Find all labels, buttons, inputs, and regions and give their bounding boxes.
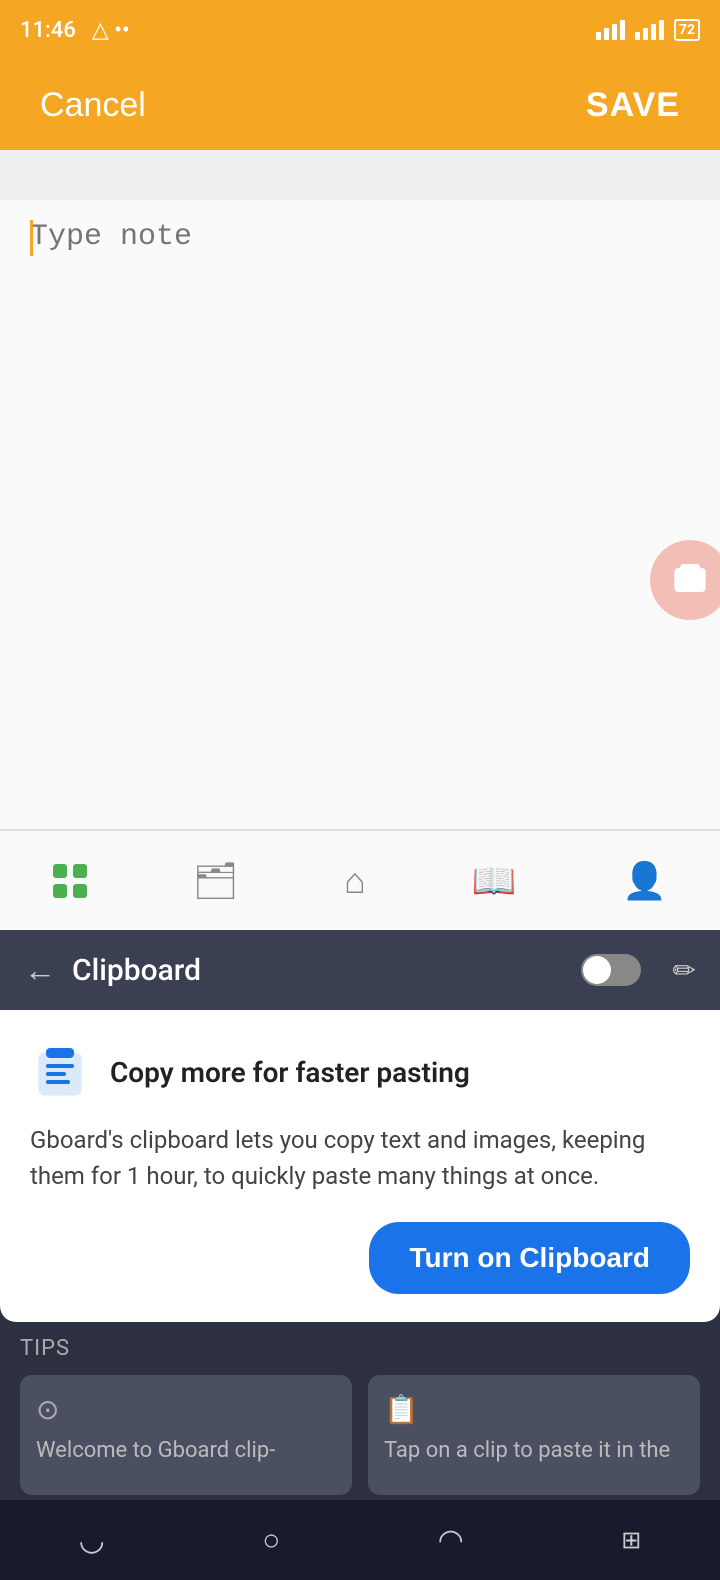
back-arrow-button[interactable]: ←: [24, 951, 56, 989]
system-back-button[interactable]: ◡: [79, 1523, 105, 1558]
keyboard-area: ← Clipboard ✏ Copy more for faster pasti…: [0, 930, 720, 1500]
promo-card-body: Gboard's clipboard lets you copy text an…: [30, 1122, 690, 1194]
book-icon: 📖: [472, 860, 517, 902]
system-recent-button[interactable]: ◠: [438, 1523, 464, 1558]
tip-card-0[interactable]: ⊙ Welcome to Gboard clip-: [20, 1375, 352, 1495]
nav-item-grid[interactable]: [53, 864, 87, 898]
clipboard-title: Clipboard: [72, 953, 565, 988]
toggle-icon: ⊙: [36, 1393, 336, 1426]
save-button[interactable]: SAVE: [586, 86, 680, 125]
edit-icon-button[interactable]: ✏: [673, 954, 696, 987]
tip-card-1[interactable]: 📋 Tap on a clip to paste it in the: [368, 1375, 700, 1495]
tip-card-text-1: Tap on a clip to paste it in the: [384, 1436, 684, 1467]
note-title-bar: [0, 150, 720, 200]
note-area: [0, 150, 720, 830]
promo-card-header: Copy more for faster pasting: [30, 1042, 690, 1102]
home-icon: ⌂: [344, 860, 366, 902]
cancel-button[interactable]: Cancel: [40, 86, 146, 125]
profile-icon: 👤: [622, 860, 667, 902]
status-bar-right: 72: [596, 19, 700, 41]
system-nav: ◡ ○ ◠ ⊞: [0, 1500, 720, 1580]
status-bar: 11:46 △ •• 72: [0, 0, 720, 60]
status-bar-left: 11:46 △ ••: [20, 18, 130, 43]
nav-item-clipboard[interactable]: 🗂: [193, 860, 239, 902]
clipboard-small-icon: 📋: [384, 1393, 684, 1426]
tips-cards: ⊙ Welcome to Gboard clip- 📋 Tap on a cli…: [20, 1375, 700, 1495]
bottom-nav: 🗂 ⌂ 📖 👤: [0, 830, 720, 930]
tips-label: TIPS: [20, 1336, 700, 1361]
tips-section: TIPS ⊙ Welcome to Gboard clip- 📋 Tap on …: [0, 1322, 720, 1505]
toggle-knob: [583, 956, 611, 984]
system-keyboard-button[interactable]: ⊞: [621, 1526, 641, 1554]
camera-fab-button[interactable]: [650, 540, 720, 620]
nav-item-home[interactable]: ⌂: [344, 860, 366, 902]
clipboard-header: ← Clipboard ✏: [0, 930, 720, 1010]
nav-item-profile[interactable]: 👤: [622, 860, 667, 902]
note-input[interactable]: [0, 200, 720, 700]
notification-icons: △ ••: [92, 18, 130, 43]
clipboard-toggle[interactable]: [581, 954, 641, 986]
system-home-button[interactable]: ○: [262, 1523, 280, 1558]
clipboard-blue-icon: [30, 1042, 90, 1102]
grid-icon: [53, 864, 87, 898]
clipboard-nav-icon: 🗂: [193, 860, 239, 902]
signal-bars-2: [635, 20, 664, 40]
signal-bars: [596, 20, 625, 40]
promo-card-title: Copy more for faster pasting: [110, 1056, 470, 1089]
camera-icon: [670, 560, 710, 600]
text-cursor: [30, 220, 33, 256]
nav-item-book[interactable]: 📖: [472, 860, 517, 902]
turn-on-clipboard-button[interactable]: Turn on Clipboard: [369, 1222, 690, 1294]
action-bar: Cancel SAVE: [0, 60, 720, 150]
tip-card-text-0: Welcome to Gboard clip-: [36, 1436, 336, 1467]
promo-card: Copy more for faster pasting Gboard's cl…: [0, 1010, 720, 1322]
battery-icon: 72: [674, 19, 700, 41]
time-display: 11:46: [20, 18, 76, 43]
